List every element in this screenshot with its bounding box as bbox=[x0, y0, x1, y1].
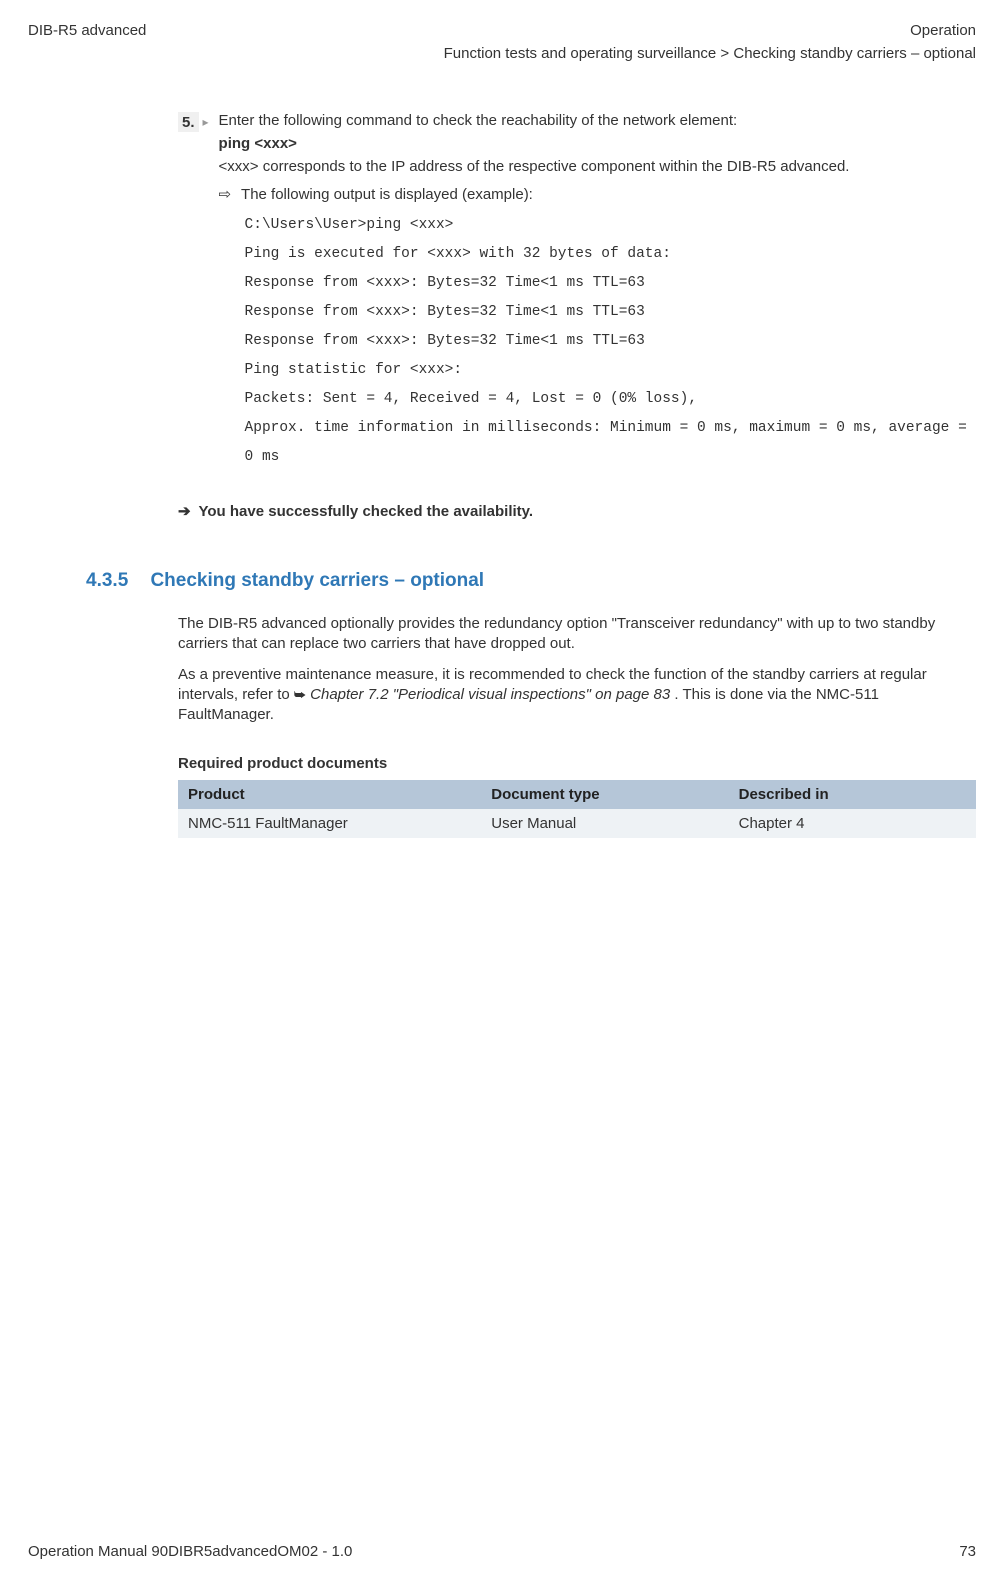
section-para-2: As a preventive maintenance measure, it … bbox=[178, 665, 976, 726]
col-doctype: Document type bbox=[481, 780, 728, 809]
section-title: Checking standby carriers – optional bbox=[150, 570, 484, 591]
table-header-row: Product Document type Described in bbox=[178, 780, 976, 809]
conclusion-text: You have successfully checked the availa… bbox=[198, 503, 533, 520]
step-result: ⇨ The following output is displayed (exa… bbox=[219, 185, 976, 203]
code-line: Response from <xxx>: Bytes=32 Time<1 ms … bbox=[245, 327, 976, 356]
result-arrow-icon: ⇨ bbox=[219, 185, 232, 203]
col-described: Described in bbox=[729, 780, 976, 809]
code-line: Approx. time information in milliseconds… bbox=[245, 414, 976, 472]
cell-doctype: User Manual bbox=[481, 809, 728, 838]
code-line: Ping is executed for <xxx> with 32 bytes… bbox=[245, 240, 976, 269]
code-line: Packets: Sent = 4, Received = 4, Lost = … bbox=[245, 385, 976, 414]
cell-product: NMC-511 FaultManager bbox=[178, 809, 481, 838]
section-heading: 4.3.5 Checking standby carriers – option… bbox=[86, 570, 976, 592]
step-arrow-icon: ▸ bbox=[203, 112, 209, 472]
breadcrumb: Function tests and operating surveillanc… bbox=[28, 45, 976, 62]
step-command: ping <xxx> bbox=[219, 135, 976, 152]
footer-page-number: 73 bbox=[959, 1543, 976, 1560]
header-product: DIB-R5 advanced bbox=[28, 22, 146, 39]
header-section: Operation bbox=[910, 22, 976, 39]
step-number: 5. bbox=[178, 112, 199, 132]
code-line: C:\Users\User>ping <xxx> bbox=[245, 211, 976, 240]
cross-reference[interactable]: Chapter 7.2 "Periodical visual inspectio… bbox=[310, 686, 670, 703]
code-line: Response from <xxx>: Bytes=32 Time<1 ms … bbox=[245, 298, 976, 327]
reference-icon: ⮩ bbox=[294, 687, 306, 702]
docs-heading: Required product documents bbox=[178, 755, 976, 772]
step-instruction: Enter the following command to check the… bbox=[219, 112, 976, 129]
page-header: DIB-R5 advanced Operation bbox=[28, 22, 976, 43]
code-line: Ping statistic for <xxx>: bbox=[245, 356, 976, 385]
code-output: C:\Users\User>ping <xxx> Ping is execute… bbox=[245, 211, 976, 472]
conclusion: ➔ You have successfully checked the avai… bbox=[178, 502, 976, 520]
docs-table: Product Document type Described in NMC-5… bbox=[178, 780, 976, 838]
page-footer: Operation Manual 90DIBR5advancedOM02 - 1… bbox=[28, 1543, 976, 1560]
step-note: <xxx> corresponds to the IP address of t… bbox=[219, 158, 976, 175]
code-line: Response from <xxx>: Bytes=32 Time<1 ms … bbox=[245, 269, 976, 298]
result-label-text: The following output is displayed (examp… bbox=[241, 186, 533, 203]
step-body: Enter the following command to check the… bbox=[219, 112, 976, 472]
cell-described: Chapter 4 bbox=[729, 809, 976, 838]
section-number: 4.3.5 bbox=[86, 570, 128, 591]
section-para-1: The DIB-R5 advanced optionally provides … bbox=[178, 614, 976, 655]
footer-left: Operation Manual 90DIBR5advancedOM02 - 1… bbox=[28, 1543, 352, 1560]
table-row: NMC-511 FaultManager User Manual Chapter… bbox=[178, 809, 976, 838]
col-product: Product bbox=[178, 780, 481, 809]
conclusion-arrow-icon: ➔ bbox=[178, 503, 191, 520]
step-5: 5. ▸ Enter the following command to chec… bbox=[178, 112, 976, 472]
main-content: 5. ▸ Enter the following command to chec… bbox=[28, 112, 976, 838]
